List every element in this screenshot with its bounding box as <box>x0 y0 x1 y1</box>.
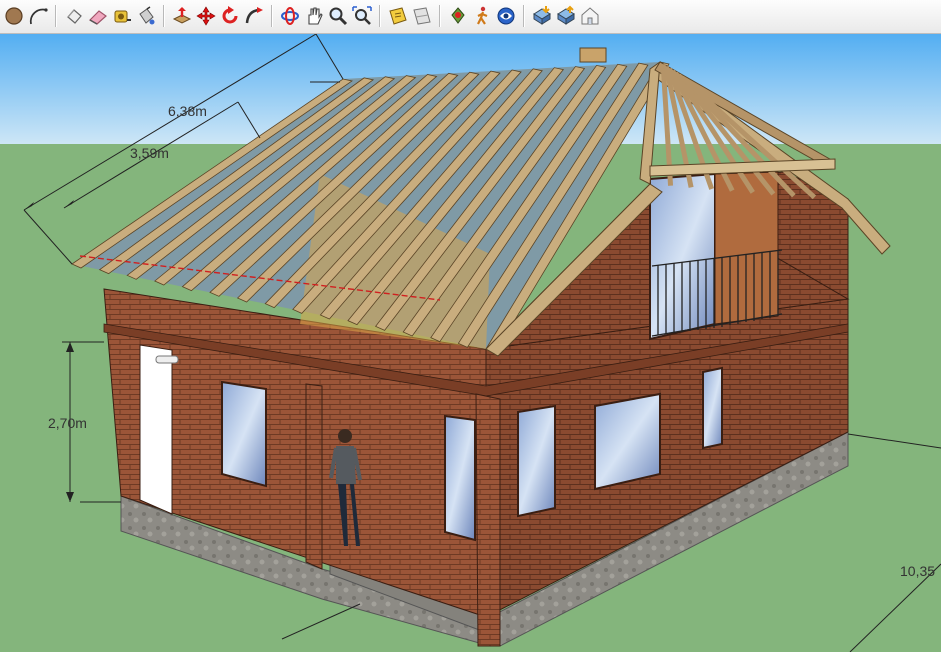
zoom-icon[interactable] <box>326 4 350 28</box>
chimney <box>579 47 607 63</box>
toolbar-separator <box>163 5 165 27</box>
move-icon[interactable] <box>194 4 218 28</box>
push-pull-icon[interactable] <box>170 4 194 28</box>
walk-icon[interactable] <box>470 4 494 28</box>
dimension-label-wall-height[interactable]: 2,70m <box>48 415 87 431</box>
orbit-icon[interactable] <box>278 4 302 28</box>
look-around-icon[interactable] <box>494 4 518 28</box>
side-window-right <box>702 366 723 450</box>
side-window-middle <box>594 392 661 491</box>
porch-pillar-left <box>305 383 323 570</box>
eraser-icon[interactable] <box>86 4 110 28</box>
toolbar-separator <box>523 5 525 27</box>
front-door-glass <box>444 414 476 542</box>
3d-viewport[interactable]: 6,38m 3,59m 2,70m 10,35 <box>0 34 941 652</box>
get-models-icon[interactable] <box>530 4 554 28</box>
porch-pillar <box>475 393 501 647</box>
toolbar <box>0 0 941 34</box>
side-window-left <box>517 404 556 518</box>
circle-icon[interactable] <box>2 4 26 28</box>
position-camera-icon[interactable] <box>446 4 470 28</box>
zoom-extents-icon[interactable] <box>350 4 374 28</box>
share-model-icon[interactable] <box>554 4 578 28</box>
toolbar-separator <box>55 5 57 27</box>
warehouse-icon[interactable] <box>578 4 602 28</box>
dimension-label-roof-long[interactable]: 6,38m <box>168 103 207 119</box>
sketchup-window: 6,38m 3,59m 2,70m 10,35 <box>0 0 941 652</box>
section-plane-icon[interactable] <box>386 4 410 28</box>
toolbar-separator <box>439 5 441 27</box>
pan-icon[interactable] <box>302 4 326 28</box>
tape-measure-icon[interactable] <box>110 4 134 28</box>
vent-pipe <box>155 355 179 364</box>
rotate-icon[interactable] <box>218 4 242 28</box>
follow-me-icon[interactable] <box>242 4 266 28</box>
select-icon[interactable] <box>62 4 86 28</box>
arc-icon[interactable] <box>26 4 50 28</box>
paint-bucket-icon[interactable] <box>134 4 158 28</box>
front-window-left <box>221 380 267 488</box>
front-doorway <box>139 344 173 515</box>
display-section-icon[interactable] <box>410 4 434 28</box>
dimension-label-roof-short[interactable]: 3,59m <box>130 145 169 161</box>
toolbar-separator <box>379 5 381 27</box>
toolbar-separator <box>271 5 273 27</box>
dimension-label-side-length[interactable]: 10,35 <box>900 563 935 579</box>
